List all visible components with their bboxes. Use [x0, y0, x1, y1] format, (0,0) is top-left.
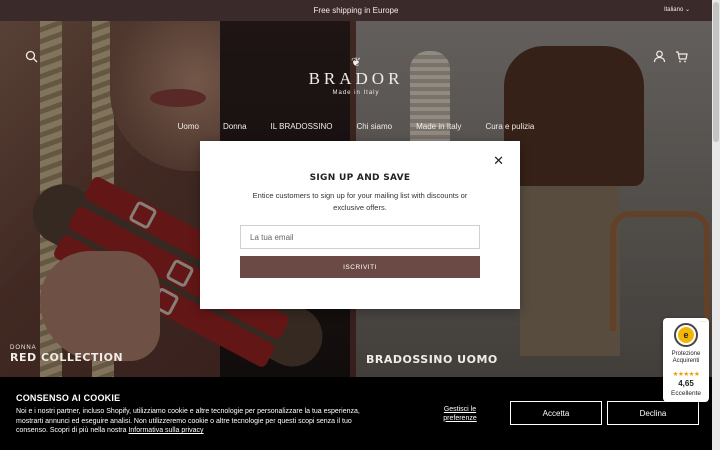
decline-button[interactable]: Declina	[607, 401, 699, 425]
language-selector[interactable]: Italiano ⌄	[664, 6, 690, 13]
logo-crest-icon: ❦	[350, 55, 362, 69]
language-label: Italiano	[663, 7, 684, 13]
chevron-down-icon: ⌄	[684, 7, 690, 13]
nav-item-bradossino[interactable]: IL BRADOSSINO	[269, 122, 335, 131]
nav-item-donna[interactable]: Donna	[221, 122, 249, 131]
modal-description: Entice customers to sign up for your mai…	[252, 191, 468, 212]
more-icon[interactable]: ···	[700, 319, 706, 325]
nav-item-made-in-italy[interactable]: Made in Italy	[414, 122, 463, 131]
brand-logo[interactable]: ❦ BRADOR Made in Italy	[300, 55, 412, 96]
trust-seal-letter: e	[678, 327, 694, 343]
accept-button[interactable]: Accetta	[510, 401, 602, 425]
page-scrollbar[interactable]	[712, 0, 720, 450]
rating-stars: ★★★★★	[672, 371, 700, 378]
brand-name: BRADOR	[308, 69, 404, 88]
search-icon[interactable]	[25, 50, 38, 66]
announcement-bar: Free shipping in Europe Italiano ⌄	[0, 0, 712, 21]
page: Free shipping in Europe Italiano ⌄ ❦ BRA…	[0, 0, 720, 450]
collection-title: RED COLLECTION	[10, 351, 124, 364]
account-icon[interactable]	[653, 50, 666, 66]
cookie-title: CONSENSO AI COOKIE	[16, 393, 121, 403]
rating-grade: Eccellente	[671, 390, 701, 397]
collection-bradossino[interactable]: BRADOSSINO UOMO	[366, 353, 498, 366]
privacy-policy-link[interactable]: Informativa sulla privacy	[128, 427, 203, 434]
subscribe-button[interactable]: ISCRIVITI	[240, 256, 480, 278]
cookie-banner: CONSENSO AI COOKIE Noi e i nostri partne…	[0, 377, 712, 450]
brand-tagline: Made in Italy	[332, 90, 380, 96]
cart-icon[interactable]	[675, 50, 688, 66]
cookie-text: Noi e i nostri partner, incluso Shopify,…	[16, 407, 380, 436]
signup-modal: ✕ SIGN UP AND SAVE Entice customers to s…	[200, 141, 520, 309]
modal-title: SIGN UP AND SAVE	[309, 173, 411, 183]
manage-preferences-link[interactable]: Gestisci le preferenze	[430, 406, 490, 423]
collection-title: BRADOSSINO UOMO	[366, 353, 498, 366]
trust-seal-icon: e	[674, 323, 698, 347]
email-field[interactable]	[240, 225, 480, 249]
nav-item-cura-pulizia[interactable]: Cura e pulizia	[483, 122, 536, 131]
main-navigation: Uomo Donna IL BRADOSSINO Chi siamo Made …	[0, 122, 712, 131]
trust-label: Protezione Acquirenti	[671, 351, 701, 364]
collection-red[interactable]: DONNA RED COLLECTION	[10, 345, 123, 364]
nav-item-uomo[interactable]: Uomo	[176, 122, 201, 131]
trust-badge[interactable]: ··· e Protezione Acquirenti ★★★★★ 4,65 E…	[663, 318, 709, 402]
nav-item-chi-siamo[interactable]: Chi siamo	[355, 122, 395, 131]
scrollbar-thumb[interactable]	[713, 2, 719, 142]
rating-score: 4,65	[678, 379, 694, 388]
announcement-text: Free shipping in Europe	[313, 6, 399, 15]
close-icon[interactable]: ✕	[493, 154, 504, 167]
